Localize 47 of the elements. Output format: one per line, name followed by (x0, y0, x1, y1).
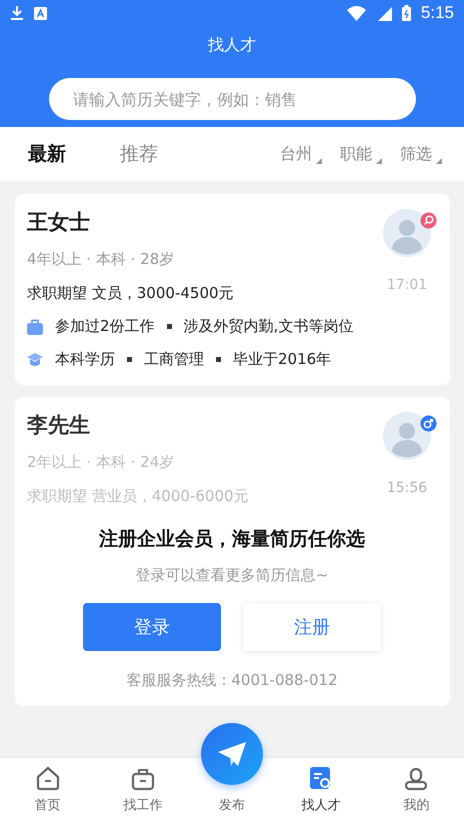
nav-item[interactable]: 我的 (368, 758, 464, 824)
promo-subtitle: 登录可以查看更多简历信息~ (136, 566, 328, 585)
experience-text: 参加过2份工作 (55, 317, 155, 336)
briefcase-icon (27, 318, 43, 334)
nav-item[interactable]: 找人才 (274, 758, 369, 824)
filter-dropdown[interactable]: 台州 (280, 144, 322, 164)
job-expectation: 求职期望 营业员，4000-6000元 (27, 487, 249, 506)
filter-dropdown[interactable]: 筛选 (400, 144, 442, 164)
wifi-icon (346, 6, 366, 20)
candidate-name: 王女士 (27, 209, 90, 236)
dropdown-triangle-icon (436, 158, 442, 164)
battery-icon (402, 5, 411, 21)
search-field[interactable]: 请输入简历关键字，例如：销售 (49, 78, 416, 120)
education-text: 本科学历 (55, 350, 115, 369)
status-time: 5:15 (420, 3, 454, 23)
publish-button[interactable] (201, 723, 263, 785)
login-button[interactable]: 登录 (83, 603, 221, 651)
avatar-icon (383, 209, 431, 257)
resume-card[interactable]: 李先生 2年以上 · 本科 · 24岁 求职期望 营业员，4000-6000元 15:56 注册企业会员，海量简历任你选 登录可以查看更多简历信息~ 登录 注册 客服服务热线：4001-088-012 (15, 397, 450, 706)
education-text: 毕业于2016年 (233, 350, 332, 369)
hotline-text: 客服服务热线：4001-088-012 (126, 671, 338, 690)
candidate-name: 李先生 (27, 412, 90, 439)
register-button[interactable]: 注册 (243, 603, 381, 651)
nav-item[interactable]: 首页 (0, 758, 96, 824)
update-time: 15:56 (386, 480, 428, 496)
graduation-cap-icon (27, 352, 43, 368)
resume-card[interactable]: 王女士 4年以上 · 本科 · 28岁 求职期望 文员，3000-4500元 17:01 参加过2份工作 涉及外贸内勤,文书等岗位 本科学历 工商管理 毕业于2016年 (15, 194, 450, 385)
download-icon (10, 5, 24, 21)
dropdown-triangle-icon (316, 158, 322, 164)
tab[interactable]: 推荐 (120, 141, 158, 167)
candidate-meta: 4年以上 · 本科 · 28岁 (27, 250, 174, 269)
update-time: 17:01 (386, 277, 428, 293)
page-title: 找人才 (208, 35, 256, 56)
dropdown-triangle-icon (376, 158, 382, 164)
experience-text: 涉及外贸内勤,文书等岗位 (184, 317, 354, 336)
male-badge-icon (420, 415, 437, 432)
nav-item[interactable]: 发布 (219, 796, 245, 814)
filter-dropdown[interactable]: 职能 (340, 144, 382, 164)
nav-item[interactable]: 找工作 (95, 758, 190, 824)
cell-signal-icon (376, 5, 392, 21)
education-text: 工商管理 (144, 350, 204, 369)
notification-app-icon (34, 6, 47, 20)
promo-title: 注册企业会员，海量简历任你选 (99, 527, 365, 552)
candidate-meta: 2年以上 · 本科 · 24岁 (27, 453, 174, 472)
avatar-icon (383, 412, 431, 460)
job-expectation: 求职期望 文员，3000-4500元 (27, 284, 234, 303)
tab[interactable]: 最新 (28, 141, 66, 167)
